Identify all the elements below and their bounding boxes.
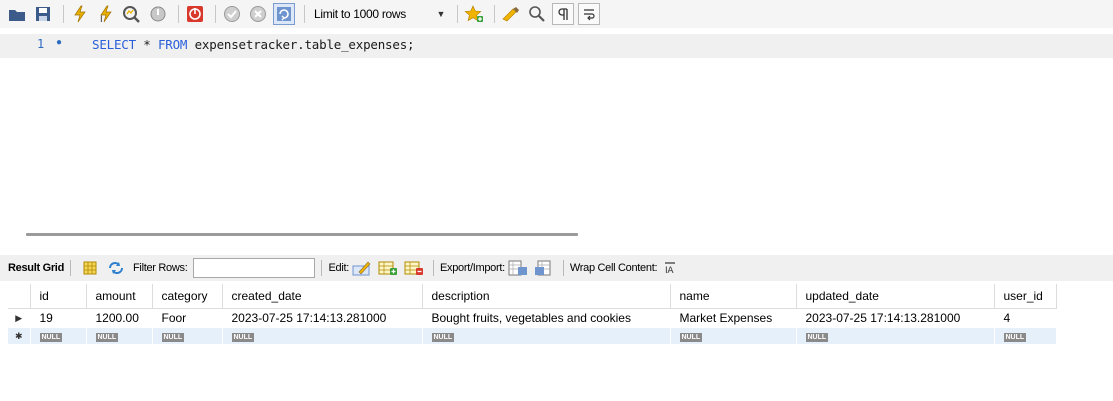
open-folder-icon[interactable] (6, 3, 28, 25)
chevron-down-icon[interactable]: ▼ (434, 9, 448, 19)
table-cell[interactable]: NULL (86, 328, 153, 344)
import-icon[interactable] (534, 259, 554, 277)
table-cell[interactable]: 1200.00 (86, 308, 153, 328)
result-grid: id amount category created_date descript… (8, 284, 1057, 344)
toolbar-separator (562, 260, 564, 276)
new-row-marker-icon: ✱ (8, 328, 31, 344)
filter-rows-label: Filter Rows: (133, 262, 188, 274)
statement-marker-icon: ● (56, 37, 63, 48)
table-cell[interactable]: 2023-07-25 17:14:13.281000 (222, 308, 423, 328)
table-cell[interactable]: 4 (994, 308, 1057, 328)
limit-rows-label: Limit to 1000 rows (314, 7, 406, 21)
export-icon[interactable] (508, 259, 528, 277)
table-cell[interactable]: NULL (670, 328, 797, 344)
execute-current-icon[interactable]: I (95, 3, 117, 25)
export-import-label: Export/Import: (439, 262, 505, 274)
null-badge: NULL (161, 333, 185, 342)
table-cell[interactable]: NULL (30, 328, 87, 344)
invisible-chars-icon[interactable] (552, 3, 574, 25)
table-cell[interactable]: Foor (152, 308, 223, 328)
horizontal-scrollbar[interactable] (26, 233, 578, 236)
column-header[interactable]: category (152, 284, 223, 309)
toggle-stop-on-error-icon[interactable] (184, 3, 206, 25)
column-header[interactable]: updated_date (796, 284, 995, 309)
save-icon[interactable] (32, 3, 54, 25)
new-row[interactable]: ✱ NULL NULL NULL NULL NULL NULL NULL NUL… (8, 328, 1057, 344)
toolbar-separator (321, 260, 323, 276)
column-header[interactable]: user_id (994, 284, 1057, 309)
null-badge: NULL (231, 333, 255, 342)
svg-text:IA: IA (665, 266, 674, 275)
current-row-arrow-icon[interactable]: ▶ (8, 308, 31, 328)
table-cell[interactable]: Market Expenses (670, 308, 797, 328)
wrap-cell-label: Wrap Cell Content: (569, 262, 658, 274)
null-badge: NULL (39, 333, 63, 342)
sql-table-ref: expensetracker.table_expenses; (187, 37, 415, 52)
column-header[interactable]: id (30, 284, 87, 309)
refresh-icon[interactable] (106, 259, 126, 277)
column-header[interactable]: amount (86, 284, 153, 309)
column-header[interactable]: created_date (222, 284, 423, 309)
find-icon[interactable] (526, 3, 548, 25)
table-cell[interactable]: NULL (222, 328, 423, 344)
toolbar-separator (70, 260, 71, 276)
sql-editor[interactable]: 1 ● SELECT * FROM expensetracker.table_e… (0, 28, 1113, 222)
table-cell[interactable]: 2023-07-25 17:14:13.281000 (796, 308, 995, 328)
null-badge: NULL (95, 333, 119, 342)
line-number: 1 (37, 37, 45, 51)
table-cell[interactable]: NULL (422, 328, 671, 344)
toolbar-separator (304, 5, 305, 23)
column-header[interactable]: name (670, 284, 797, 309)
limit-rows-select[interactable]: Limit to 1000 rows ▼ (314, 4, 448, 24)
sql-keyword-select: SELECT (92, 37, 136, 52)
grid-header-row: id amount category created_date descript… (8, 284, 1057, 309)
null-badge: NULL (679, 333, 703, 342)
edit-label: Edit: (328, 262, 349, 274)
grid-view-icon[interactable] (80, 259, 100, 277)
word-wrap-icon[interactable] (578, 3, 600, 25)
sql-star: * (135, 37, 158, 52)
delete-row-icon[interactable] (404, 259, 424, 277)
add-snippet-icon[interactable] (463, 3, 485, 25)
toolbar-separator (457, 5, 458, 23)
row-selector-header (8, 284, 31, 309)
explain-icon[interactable] (121, 3, 143, 25)
null-badge: NULL (805, 333, 829, 342)
wrap-cell-icon[interactable]: IA (660, 259, 680, 277)
table-cell[interactable]: Bought fruits, vegetables and cookies (422, 308, 671, 328)
null-badge: NULL (431, 333, 455, 342)
commit-icon[interactable] (221, 3, 243, 25)
toolbar-separator (432, 260, 434, 276)
null-badge: NULL (1003, 333, 1027, 342)
column-header[interactable]: description (422, 284, 671, 309)
filter-rows-input[interactable] (193, 258, 316, 278)
sql-statement[interactable]: SELECT * FROM expensetracker.table_expen… (92, 37, 415, 52)
toolbar-separator (178, 5, 179, 23)
toolbar-separator (494, 5, 495, 23)
rollback-icon[interactable] (247, 3, 269, 25)
result-grid-tab[interactable]: Result Grid (8, 262, 64, 274)
edit-row-icon[interactable] (352, 259, 372, 277)
add-row-icon[interactable] (378, 259, 398, 277)
sql-keyword-from: FROM (157, 37, 188, 52)
table-cell[interactable]: NULL (796, 328, 995, 344)
execute-icon[interactable] (69, 3, 91, 25)
table-cell[interactable]: NULL (994, 328, 1057, 344)
toolbar-separator (215, 5, 216, 23)
table-cell[interactable]: NULL (152, 328, 223, 344)
stop-icon[interactable] (147, 3, 169, 25)
query-toolbar: I Limit to 1000 rows ▼ (0, 0, 1113, 28)
autocommit-icon[interactable] (273, 3, 295, 25)
svg-text:I: I (100, 15, 103, 23)
toolbar-separator (63, 5, 64, 23)
table-row[interactable]: ▶ 19 1200.00 Foor 2023-07-25 17:14:13.28… (8, 308, 1057, 328)
beautify-icon[interactable] (500, 3, 522, 25)
table-cell[interactable]: 19 (30, 308, 87, 328)
result-toolbar: Result Grid Filter Rows: Edit: Export/Im… (0, 255, 1113, 281)
